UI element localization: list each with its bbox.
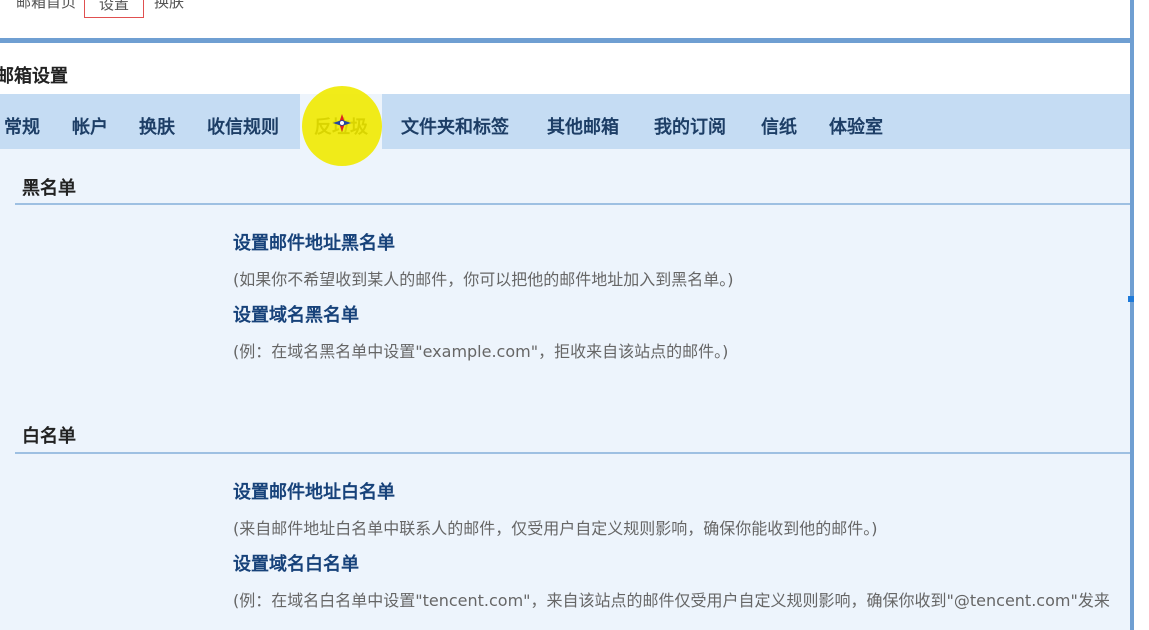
blacklist-heading: 黑名单 — [22, 178, 76, 199]
header-divider — [0, 38, 1134, 43]
page-title: 邮箱设置 — [0, 66, 68, 87]
tab-skin[interactable]: 换肤 — [139, 94, 175, 149]
whitelist-address-description: (来自邮件地址白名单中联系人的邮件，仅受用户自定义规则影响，确保你能收到他的邮件… — [233, 519, 878, 538]
tab-account[interactable]: 帐户 — [72, 94, 108, 149]
blacklist-divider — [15, 203, 1135, 205]
whitelist-address-link[interactable]: 设置邮件地址白名单 — [233, 478, 395, 504]
tab-anti-spam[interactable]: 反垃圾 — [300, 94, 382, 149]
whitelist-domain-description: (例：在域名白名单中设置"tencent.com"，来自该站点的邮件仅受用户自定… — [233, 591, 1110, 610]
tab-receive-rules[interactable]: 收信规则 — [207, 94, 279, 149]
whitelist-domain-link[interactable]: 设置域名白名单 — [233, 550, 359, 576]
tab-other-mailboxes[interactable]: 其他邮箱 — [547, 94, 619, 149]
blacklist-domain-link[interactable]: 设置域名黑名单 — [233, 301, 359, 327]
settings-tabbar: 常规 帐户 换肤 收信规则 反垃圾 文件夹和标签 其他邮箱 我的订阅 信纸 体验… — [0, 94, 1130, 149]
whitelist-heading: 白名单 — [22, 426, 76, 447]
settings-content: 黑名单 设置邮件地址黑名单 (如果你不希望收到某人的邮件，你可以把他的邮件地址加… — [0, 149, 1135, 630]
scrollbar-indicator[interactable] — [1128, 296, 1134, 302]
blacklist-address-link[interactable]: 设置邮件地址黑名单 — [233, 229, 395, 255]
tab-general[interactable]: 常规 — [4, 94, 40, 149]
nav-skin-link[interactable]: 换肤 — [154, 0, 184, 12]
tab-lab[interactable]: 体验室 — [829, 94, 883, 149]
whitelist-divider — [15, 452, 1135, 454]
window-edge-margin — [1134, 0, 1149, 630]
tab-folders-and-labels[interactable]: 文件夹和标签 — [401, 94, 509, 149]
nav-mail-home-link[interactable]: 邮箱首页 — [16, 0, 76, 12]
blacklist-domain-description: (例：在域名黑名单中设置"example.com"，拒收来自该站点的邮件。) — [233, 342, 729, 361]
blacklist-address-description: (如果你不希望收到某人的邮件，你可以把他的邮件地址加入到黑名单。) — [233, 270, 734, 289]
tab-my-subscriptions[interactable]: 我的订阅 — [654, 94, 726, 149]
tab-stationery[interactable]: 信纸 — [761, 94, 797, 149]
nav-settings-link[interactable]: 设置 — [84, 0, 144, 18]
top-nav: 邮箱首页 设置 换肤 — [0, 0, 1130, 38]
